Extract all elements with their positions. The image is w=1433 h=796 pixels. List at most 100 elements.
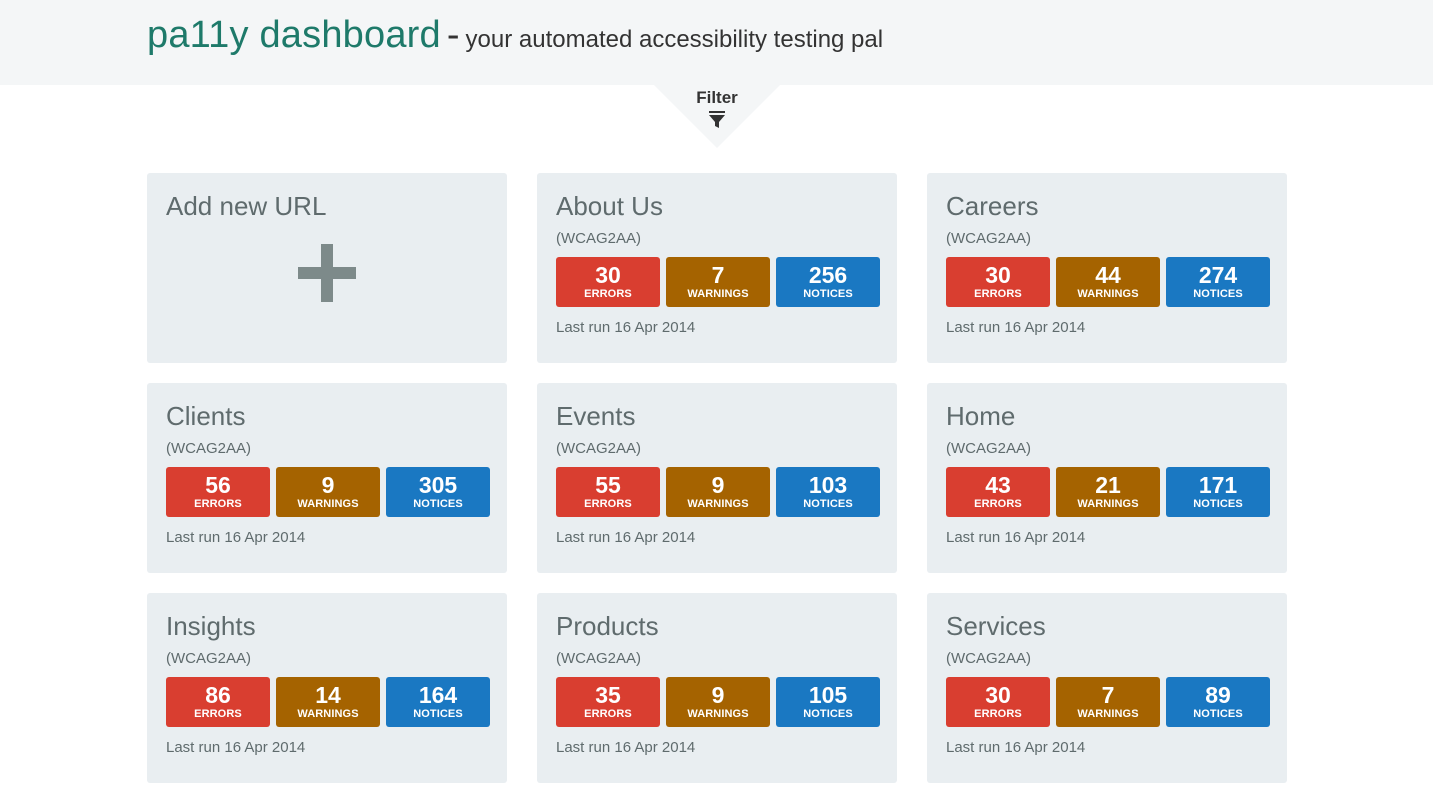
notices-label: NOTICES [803,708,853,720]
task-card[interactable]: Careers (WCAG2AA) 30 ERRORS 44 WARNINGS … [927,173,1287,363]
task-card[interactable]: Services (WCAG2AA) 30 ERRORS 7 WARNINGS … [927,593,1287,783]
warnings-count: 7 [1101,682,1115,708]
task-grid: Add new URL About Us (WCAG2AA) 30 ERRORS… [147,173,1287,783]
errors-count: 43 [985,472,1011,498]
warnings-count: 9 [711,472,725,498]
notices-badge[interactable]: 274 NOTICES [1166,257,1270,307]
warnings-badge[interactable]: 9 WARNINGS [276,467,380,517]
last-run-text: Last run 16 Apr 2014 [166,739,306,756]
notices-badge[interactable]: 105 NOTICES [776,677,880,727]
task-standard: (WCAG2AA) [946,650,1032,667]
notices-badge[interactable]: 305 NOTICES [386,467,490,517]
errors-count: 30 [595,262,621,288]
notices-badge[interactable]: 171 NOTICES [1166,467,1270,517]
errors-badge[interactable]: 35 ERRORS [556,677,660,727]
errors-count: 35 [595,682,621,708]
warnings-count: 7 [711,262,725,288]
errors-count: 86 [205,682,231,708]
warnings-label: WARNINGS [687,288,749,300]
notices-badge[interactable]: 256 NOTICES [776,257,880,307]
task-stats: 30 ERRORS 7 WARNINGS 89 NOTICES [946,677,1270,727]
errors-badge[interactable]: 30 ERRORS [946,677,1050,727]
task-standard: (WCAG2AA) [166,440,252,457]
task-stats: 30 ERRORS 7 WARNINGS 256 NOTICES [556,257,880,307]
task-standard: (WCAG2AA) [166,650,252,667]
task-title[interactable]: About Us [556,191,663,222]
warnings-count: 21 [1095,472,1121,498]
errors-badge[interactable]: 86 ERRORS [166,677,270,727]
notices-label: NOTICES [1193,498,1243,510]
warnings-count: 44 [1095,262,1121,288]
task-title[interactable]: Insights [166,611,256,642]
filter-icon [709,111,725,128]
last-run-text: Last run 16 Apr 2014 [556,319,696,336]
errors-badge[interactable]: 56 ERRORS [166,467,270,517]
notices-count: 105 [808,682,848,708]
warnings-label: WARNINGS [1077,498,1139,510]
warnings-count: 9 [321,472,335,498]
warnings-badge[interactable]: 9 WARNINGS [666,677,770,727]
last-run-text: Last run 16 Apr 2014 [166,529,306,546]
filter-label: Filter [696,88,738,107]
warnings-label: WARNINGS [1077,708,1139,720]
errors-badge[interactable]: 30 ERRORS [556,257,660,307]
task-title[interactable]: Home [946,401,1015,432]
task-stats: 43 ERRORS 21 WARNINGS 171 NOTICES [946,467,1270,517]
notices-badge[interactable]: 103 NOTICES [776,467,880,517]
warnings-label: WARNINGS [297,498,359,510]
task-card[interactable]: Clients (WCAG2AA) 56 ERRORS 9 WARNINGS 3… [147,383,507,573]
task-standard: (WCAG2AA) [946,440,1032,457]
tagline: your automated accessibility testing pal [465,26,884,53]
warnings-badge[interactable]: 7 WARNINGS [666,257,770,307]
notices-badge[interactable]: 89 NOTICES [1166,677,1270,727]
task-card[interactable]: Insights (WCAG2AA) 86 ERRORS 14 WARNINGS… [147,593,507,783]
errors-label: ERRORS [584,288,632,300]
task-card[interactable]: Products (WCAG2AA) 35 ERRORS 9 WARNINGS … [537,593,897,783]
task-title[interactable]: Careers [946,191,1038,222]
notices-count: 305 [418,472,458,498]
task-title[interactable]: Products [556,611,659,642]
errors-label: ERRORS [194,498,242,510]
task-title[interactable]: Services [946,611,1046,642]
notices-count: 171 [1198,472,1238,498]
task-stats: 55 ERRORS 9 WARNINGS 103 NOTICES [556,467,880,517]
warnings-label: WARNINGS [687,498,749,510]
errors-count: 56 [205,472,231,498]
warnings-badge[interactable]: 9 WARNINGS [666,467,770,517]
warnings-count: 9 [711,682,725,708]
task-card[interactable]: Home (WCAG2AA) 43 ERRORS 21 WARNINGS 171… [927,383,1287,573]
errors-label: ERRORS [194,708,242,720]
notices-label: NOTICES [1193,288,1243,300]
notices-badge[interactable]: 164 NOTICES [386,677,490,727]
errors-badge[interactable]: 43 ERRORS [946,467,1050,517]
errors-label: ERRORS [974,708,1022,720]
errors-badge[interactable]: 55 ERRORS [556,467,660,517]
last-run-text: Last run 16 Apr 2014 [556,739,696,756]
warnings-count: 14 [315,682,341,708]
warnings-badge[interactable]: 14 WARNINGS [276,677,380,727]
errors-label: ERRORS [974,288,1022,300]
notices-label: NOTICES [803,288,853,300]
errors-badge[interactable]: 30 ERRORS [946,257,1050,307]
task-stats: 86 ERRORS 14 WARNINGS 164 NOTICES [166,677,490,727]
task-card[interactable]: About Us (WCAG2AA) 30 ERRORS 7 WARNINGS … [537,173,897,363]
task-standard: (WCAG2AA) [556,440,642,457]
add-url-card[interactable]: Add new URL [147,173,507,363]
warnings-badge[interactable]: 44 WARNINGS [1056,257,1160,307]
task-title[interactable]: Clients [166,401,245,432]
last-run-text: Last run 16 Apr 2014 [946,319,1086,336]
task-standard: (WCAG2AA) [556,650,642,667]
task-title[interactable]: Events [556,401,636,432]
header-title: pa11y dashboard - your automated accessibi… [147,14,883,57]
notices-label: NOTICES [413,498,463,510]
notices-label: NOTICES [803,498,853,510]
errors-label: ERRORS [584,708,632,720]
filter-toggle[interactable]: Filter [654,85,780,148]
brand-link[interactable]: pa11y dashboard [147,14,441,56]
errors-label: ERRORS [584,498,632,510]
title-separator: - [446,14,460,56]
warnings-badge[interactable]: 21 WARNINGS [1056,467,1160,517]
warnings-badge[interactable]: 7 WARNINGS [1056,677,1160,727]
task-card[interactable]: Events (WCAG2AA) 55 ERRORS 9 WARNINGS 10… [537,383,897,573]
errors-count: 30 [985,682,1011,708]
